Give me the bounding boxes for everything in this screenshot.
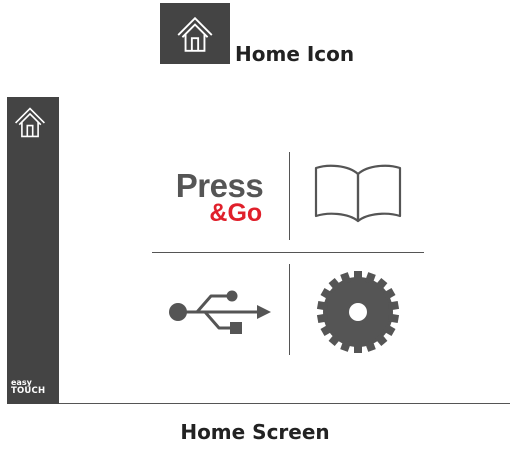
press-go-button[interactable]: Press &Go xyxy=(162,157,277,237)
divider-vertical-top xyxy=(289,152,290,240)
home-icon xyxy=(177,16,213,52)
press-go-logo: Press &Go xyxy=(175,166,264,227)
home-icon-caption: Home Icon xyxy=(235,42,355,66)
press-go-press: Press xyxy=(175,166,264,204)
usb-icon xyxy=(168,290,271,334)
book-icon xyxy=(314,164,402,223)
divider-horizontal xyxy=(152,252,424,253)
gear-icon xyxy=(316,271,400,353)
press-go-go: &Go xyxy=(209,198,263,227)
usb-button[interactable] xyxy=(162,277,277,347)
home-screen-caption: Home Screen xyxy=(180,420,330,444)
home-icon xyxy=(15,107,45,138)
sidebar: easy TOUCH xyxy=(7,97,59,404)
sidebar-home-button[interactable] xyxy=(12,104,48,140)
settings-button[interactable] xyxy=(302,267,414,357)
manual-button[interactable] xyxy=(302,152,414,232)
divider-vertical-bottom xyxy=(289,264,290,355)
screen-bottom-border xyxy=(59,403,510,404)
home-icon-sample xyxy=(160,3,230,64)
device-home-screen: easy TOUCH Press &Go xyxy=(7,97,510,404)
brand-line-2: TOUCH xyxy=(11,386,46,396)
easytouch-logo: easy TOUCH xyxy=(11,378,45,396)
